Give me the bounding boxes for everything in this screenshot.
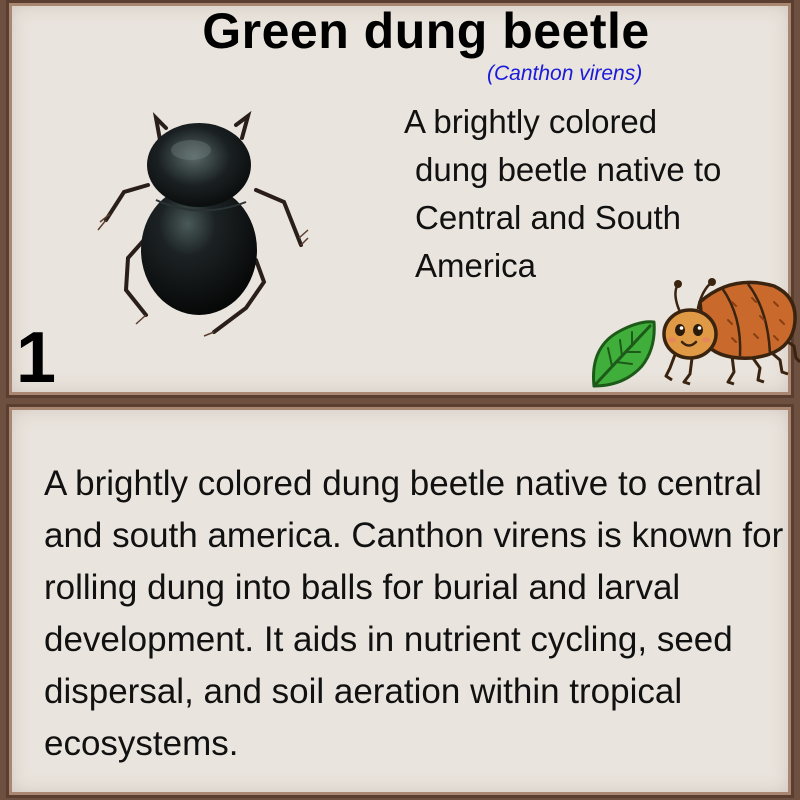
short-description-line: A brightly colored <box>404 103 658 140</box>
dung-beetle-photo <box>97 110 309 337</box>
short-description: A brightly colored dung beetle native to… <box>404 98 784 290</box>
species-card: Green dung beetle (Canthon virens) A bri… <box>0 0 800 800</box>
long-description: A brightly colored dung beetle native to… <box>44 464 784 763</box>
short-description-line: Central and South <box>415 199 682 236</box>
green-leaf-icon <box>592 320 656 388</box>
card-title: Green dung beetle <box>202 3 650 59</box>
cartoon-beetle-icon <box>662 278 800 386</box>
short-description-line: dung beetle native to <box>415 151 722 188</box>
card-number: 1 <box>16 318 57 398</box>
scientific-name: (Canthon virens) <box>487 62 643 85</box>
